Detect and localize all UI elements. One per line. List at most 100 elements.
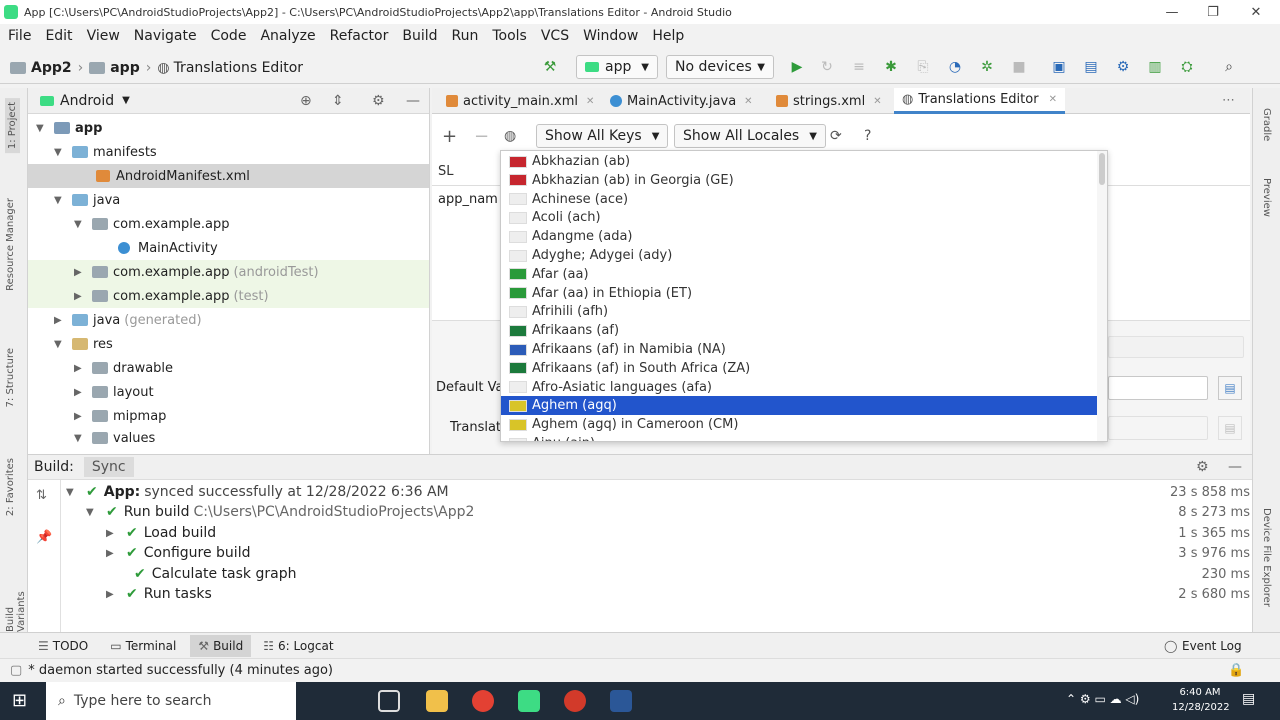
locale-option[interactable]: Afro-Asiatic languages (afa)	[501, 378, 1107, 397]
tree-item[interactable]: ▶ layout	[28, 380, 429, 404]
build-tab[interactable]: ⚒ Build	[190, 634, 252, 657]
show-keys-filter[interactable]: Show All Keys ▼	[536, 124, 669, 148]
close-button[interactable]: ✕	[1236, 0, 1276, 24]
menu-vcs[interactable]: VCS	[541, 28, 569, 44]
terminal-tab[interactable]: Terminal	[126, 639, 177, 653]
locale-option[interactable]: Afar (aa) in Ethiopia (ET)	[501, 284, 1107, 303]
locale-option[interactable]: Afrihili (afh)	[501, 302, 1107, 321]
avd-manager-icon[interactable]: ⚙	[1114, 58, 1132, 76]
profile-icon[interactable]: ◔	[946, 58, 964, 76]
reload-icon[interactable]: ⟳	[830, 124, 842, 148]
scrollbar-thumb[interactable]	[1099, 153, 1105, 185]
task-view-icon[interactable]	[378, 690, 400, 712]
tree-item[interactable]: ▶ java (generated)	[28, 308, 429, 332]
tree-item[interactable]: ▶ com.example.app (test)	[28, 284, 429, 308]
menu-help[interactable]: Help	[652, 28, 684, 44]
translation-field[interactable]	[1108, 416, 1208, 440]
run-config-select[interactable]: app ▼	[576, 55, 658, 79]
gear-icon[interactable]: ⚙	[1196, 459, 1209, 475]
system-tray-icons[interactable]: ⌃ ⚙ ▭ ☁ ◁)	[1066, 692, 1139, 706]
device-select[interactable]: No devices ▼	[666, 55, 774, 79]
tab-preview[interactable]: Preview	[1261, 178, 1272, 217]
locale-option[interactable]: Abkhazian (ab) in Georgia (GE)	[501, 171, 1107, 190]
build-row[interactable]: ▶ ✔ Run tasks 2 s 680 ms	[60, 584, 1250, 604]
rerun-icon[interactable]: ↻	[818, 58, 836, 76]
menu-edit[interactable]: Edit	[45, 28, 72, 44]
add-locale-icon[interactable]: ◍	[504, 124, 516, 148]
locale-option[interactable]: Adyghe; Adygei (ady)	[501, 246, 1107, 265]
default-value-field[interactable]	[1108, 376, 1208, 400]
menu-code[interactable]: Code	[211, 28, 247, 44]
locale-option[interactable]: Afrikaans (af)	[501, 321, 1107, 340]
tab-menu-icon[interactable]: ⋯	[1222, 93, 1235, 108]
run-icon[interactable]: ▶	[788, 58, 806, 76]
locale-option[interactable]: Acoli (ach)	[501, 208, 1107, 227]
restore-button[interactable]: ❐	[1193, 0, 1233, 24]
lock-icon[interactable]: 🔒	[1228, 663, 1244, 678]
tree-item[interactable]: ▼ manifests	[28, 140, 429, 164]
close-icon[interactable]: ✕	[873, 96, 881, 107]
collapse-icon[interactable]: ⇕	[332, 93, 344, 109]
show-locales-filter[interactable]: Show All Locales ▼	[674, 124, 826, 148]
android-studio-taskbar-icon[interactable]	[518, 690, 540, 712]
menu-build[interactable]: Build	[402, 28, 437, 44]
build-row[interactable]: ▶ ✔ Load build 1 s 365 ms	[60, 523, 1250, 543]
hide-icon[interactable]: —	[406, 93, 420, 109]
clock[interactable]: 6:40 AM 12/28/2022	[1172, 685, 1230, 715]
tab-translations-editor[interactable]: ◍ Translations Editor ✕	[894, 88, 1065, 114]
minimize-button[interactable]: —	[1152, 0, 1192, 24]
logcat-tab[interactable]: 6: Logcat	[278, 639, 334, 653]
menu-view[interactable]: View	[87, 28, 120, 44]
tab-activity-main[interactable]: activity_main.xml ✕	[438, 88, 602, 114]
menu-tools[interactable]: Tools	[492, 28, 527, 44]
tree-item[interactable]: ▼ values	[28, 428, 429, 448]
tree-item[interactable]: ▼ res	[28, 332, 429, 356]
stop-icon[interactable]: ■	[1010, 58, 1028, 76]
tree-item-selected[interactable]: AndroidManifest.xml	[28, 164, 429, 188]
scrollbar[interactable]	[1097, 151, 1107, 441]
windows-start-icon[interactable]: ⊞	[12, 690, 27, 711]
build-row[interactable]: ▼ ✔ App: synced successfully at 12/28/2022 …	[60, 482, 1250, 502]
key-cell[interactable]: app_nam	[438, 192, 498, 207]
sync-project-icon[interactable]: ▣	[1050, 58, 1068, 76]
recorder-icon[interactable]	[564, 690, 586, 712]
search-icon[interactable]: ⌕	[1220, 58, 1238, 76]
locale-option[interactable]: Ainu (ain)	[501, 434, 1107, 441]
file-explorer-icon[interactable]	[426, 690, 448, 712]
hammer-icon[interactable]: ⚒	[541, 58, 559, 76]
tree-item[interactable]: ▼ java	[28, 188, 429, 212]
tab-favorites[interactable]: 2: Favorites	[5, 458, 16, 516]
breadcrumb-project[interactable]: App2	[31, 60, 72, 76]
expand-editor-icon[interactable]: ▤	[1218, 376, 1242, 400]
tree-item[interactable]: ▶ mipmap	[28, 404, 429, 428]
project-view-select[interactable]: Android	[60, 93, 114, 109]
tree-item[interactable]: MainActivity	[28, 236, 429, 260]
menu-run[interactable]: Run	[452, 28, 479, 44]
locale-option[interactable]: Afar (aa)	[501, 265, 1107, 284]
locale-option[interactable]: Adangme (ada)	[501, 227, 1107, 246]
taskbar-search[interactable]: ⌕ Type here to search	[46, 682, 296, 720]
event-log-tab[interactable]: Event Log	[1182, 639, 1242, 653]
expand-editor-icon[interactable]: ▤	[1218, 416, 1242, 440]
menu-window[interactable]: Window	[583, 28, 638, 44]
pin-icon[interactable]: 📌	[36, 530, 52, 545]
layout-inspector-icon[interactable]: ⛭	[1178, 58, 1196, 76]
tab-device-file-explorer[interactable]: Device File Explorer	[1261, 508, 1272, 607]
key-field[interactable]	[1108, 336, 1244, 358]
status-icon[interactable]: ▢	[10, 663, 22, 678]
coverage-icon[interactable]: ✲	[978, 58, 996, 76]
project-structure-icon[interactable]: ▤	[1082, 58, 1100, 76]
locate-icon[interactable]: ⊕	[300, 93, 312, 109]
locale-option[interactable]: Aghem (agq) in Cameroon (CM)	[501, 415, 1107, 434]
locale-option[interactable]: Afrikaans (af) in Namibia (NA)	[501, 340, 1107, 359]
close-icon[interactable]: ✕	[744, 96, 752, 107]
hide-icon[interactable]: —	[1228, 459, 1242, 475]
debug-icon[interactable]: ✱	[882, 58, 900, 76]
tab-main-activity[interactable]: MainActivity.java ✕	[602, 88, 761, 114]
sdk-manager-icon[interactable]: ▥	[1146, 58, 1164, 76]
close-icon[interactable]: ✕	[586, 96, 594, 107]
tab-project[interactable]: 1: Project	[5, 98, 20, 154]
build-row[interactable]: ✔ Calculate task graph 230 ms	[60, 564, 1250, 584]
locale-option[interactable]: Achinese (ace)	[501, 190, 1107, 209]
remove-key-button[interactable]: −	[474, 124, 489, 148]
